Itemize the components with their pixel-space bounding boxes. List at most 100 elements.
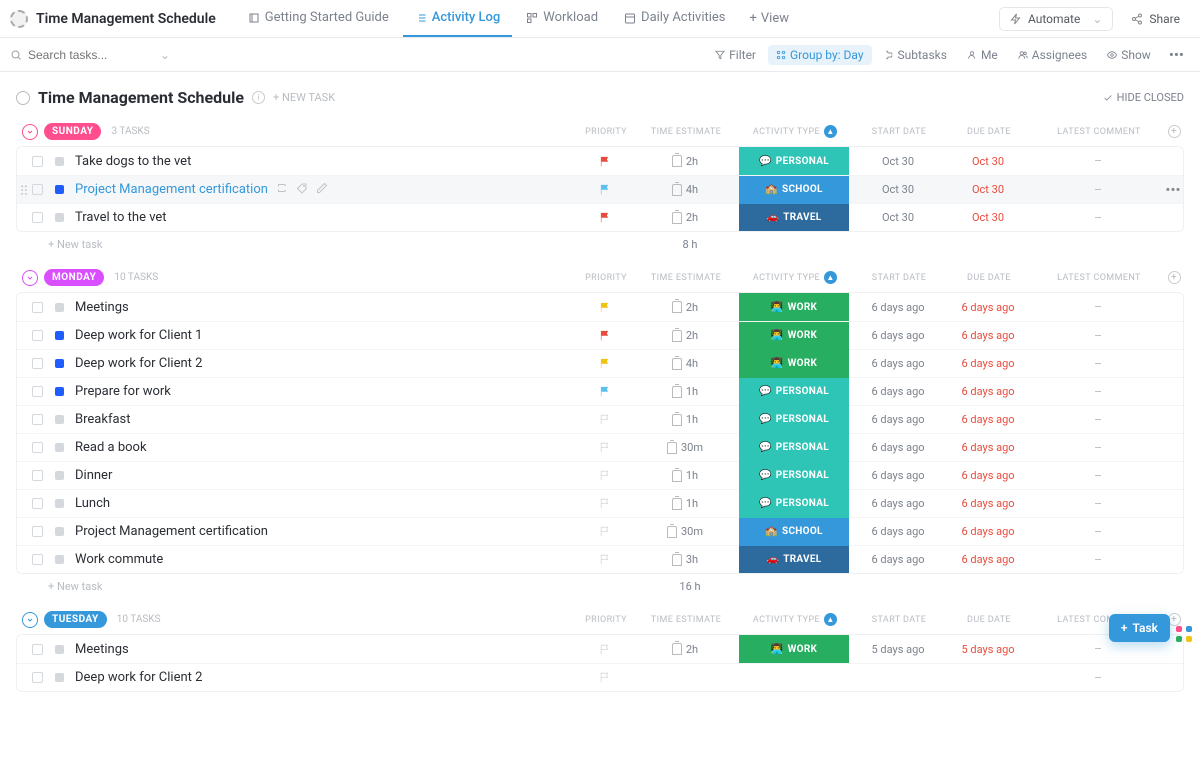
priority-cell[interactable]: [575, 553, 635, 566]
task-name[interactable]: Travel to the vet: [69, 210, 575, 225]
start-date-cell[interactable]: 6 days ago: [853, 301, 943, 314]
estimate-cell[interactable]: 2h: [635, 643, 735, 656]
comment-cell[interactable]: –: [1033, 553, 1163, 567]
row-checkbox[interactable]: [32, 302, 43, 313]
status-square[interactable]: [55, 157, 64, 166]
activity-badge[interactable]: 🚗TRAVEL: [739, 546, 849, 574]
due-date-cell[interactable]: 6 days ago: [943, 469, 1033, 482]
activity-badge[interactable]: 🏫SCHOOL: [739, 176, 849, 204]
estimate-cell[interactable]: 4h: [635, 183, 735, 196]
due-date-cell[interactable]: 6 days ago: [943, 553, 1033, 566]
search-input[interactable]: [28, 48, 148, 62]
status-square[interactable]: [55, 303, 64, 312]
activity-badge[interactable]: 💬PERSONAL: [739, 378, 849, 406]
status-square[interactable]: [55, 471, 64, 480]
priority-cell[interactable]: [575, 413, 635, 426]
hide-closed-button[interactable]: HIDE CLOSED: [1103, 91, 1184, 104]
col-comment[interactable]: LATEST COMMENT: [1034, 273, 1164, 283]
due-date-cell[interactable]: 6 days ago: [943, 525, 1033, 538]
priority-cell[interactable]: [575, 183, 635, 196]
due-date-cell[interactable]: 6 days ago: [943, 329, 1033, 342]
due-date-cell[interactable]: Oct 30: [943, 183, 1033, 196]
start-date-cell[interactable]: Oct 30: [853, 155, 943, 168]
task-row[interactable]: Meetings 2h 👨‍💻WORK 5 days ago 5 days ag…: [17, 635, 1183, 663]
start-date-cell[interactable]: 6 days ago: [853, 553, 943, 566]
task-row[interactable]: Project Management certification 4h 🏫SCH…: [17, 175, 1183, 203]
estimate-cell[interactable]: 2h: [635, 211, 735, 224]
activity-cell[interactable]: 🚗TRAVEL: [739, 546, 849, 574]
task-row[interactable]: Deep work for Client 2 4h 👨‍💻WORK 6 days…: [17, 349, 1183, 377]
due-date-cell[interactable]: 6 days ago: [943, 497, 1033, 510]
activity-cell[interactable]: 👨‍💻WORK: [739, 350, 849, 378]
task-row[interactable]: Deep work for Client 2 –: [17, 663, 1183, 691]
col-estimate[interactable]: TIME ESTIMATE: [636, 273, 736, 283]
row-checkbox[interactable]: [32, 184, 43, 195]
show-button[interactable]: Show: [1099, 45, 1159, 65]
start-date-cell[interactable]: Oct 30: [853, 211, 943, 224]
activity-badge[interactable]: 🚗TRAVEL: [739, 204, 849, 232]
add-column-icon[interactable]: +: [1168, 271, 1181, 284]
task-name[interactable]: Breakfast: [69, 412, 575, 427]
due-date-cell[interactable]: 6 days ago: [943, 441, 1033, 454]
activity-cell[interactable]: 👨‍💻WORK: [739, 635, 849, 663]
view-tab-daily-activities[interactable]: Daily Activities: [612, 0, 737, 37]
due-date-cell[interactable]: 6 days ago: [943, 413, 1033, 426]
row-checkbox[interactable]: [32, 526, 43, 537]
status-square[interactable]: [55, 673, 64, 682]
group-collapse-icon[interactable]: [22, 270, 38, 286]
col-add[interactable]: +: [1164, 271, 1184, 284]
col-priority[interactable]: PRIORITY: [576, 615, 636, 625]
priority-cell[interactable]: [575, 357, 635, 370]
row-checkbox[interactable]: [32, 156, 43, 167]
comment-cell[interactable]: –: [1033, 441, 1163, 455]
edit-icon[interactable]: [316, 182, 328, 197]
row-checkbox[interactable]: [32, 644, 43, 655]
add-column-icon[interactable]: +: [1168, 125, 1181, 138]
comment-cell[interactable]: –: [1033, 300, 1163, 314]
search-wrap[interactable]: ⌄: [10, 48, 170, 62]
view-tab-workload[interactable]: Workload: [514, 0, 610, 37]
comment-cell[interactable]: –: [1033, 329, 1163, 343]
task-name[interactable]: Project Management certification: [69, 524, 575, 539]
filter-button[interactable]: Filter: [707, 45, 764, 65]
col-due[interactable]: DUE DATE: [944, 273, 1034, 283]
task-row[interactable]: Meetings 2h 👨‍💻WORK 6 days ago 6 days ag…: [17, 293, 1183, 321]
start-date-cell[interactable]: 6 days ago: [853, 329, 943, 342]
group-collapse-icon[interactable]: [22, 124, 38, 140]
start-date-cell[interactable]: 6 days ago: [853, 441, 943, 454]
status-square[interactable]: [55, 387, 64, 396]
activity-cell[interactable]: 💬PERSONAL: [739, 434, 849, 462]
comment-cell[interactable]: –: [1033, 154, 1163, 168]
new-task-button[interactable]: + New task: [48, 238, 102, 251]
estimate-cell[interactable]: 30m: [635, 525, 735, 538]
estimate-cell[interactable]: 1h: [635, 413, 735, 426]
col-comment[interactable]: LATEST COMMENT: [1034, 127, 1164, 137]
activity-badge[interactable]: 💬PERSONAL: [739, 147, 849, 175]
activity-cell[interactable]: 🏫SCHOOL: [739, 176, 849, 204]
priority-cell[interactable]: [575, 671, 635, 684]
comment-cell[interactable]: –: [1033, 413, 1163, 427]
task-name[interactable]: Read a book: [69, 440, 575, 455]
group-collapse-icon[interactable]: [22, 612, 38, 628]
start-date-cell[interactable]: 6 days ago: [853, 469, 943, 482]
start-date-cell[interactable]: 6 days ago: [853, 525, 943, 538]
priority-cell[interactable]: [575, 211, 635, 224]
task-name[interactable]: Prepare for work: [69, 384, 575, 399]
comment-cell[interactable]: –: [1033, 183, 1163, 197]
day-badge[interactable]: SUNDAY: [44, 123, 101, 140]
task-row[interactable]: Dinner 1h 💬PERSONAL 6 days ago 6 days ag…: [17, 461, 1183, 489]
me-button[interactable]: Me: [959, 45, 1006, 65]
due-date-cell[interactable]: 6 days ago: [943, 301, 1033, 314]
activity-cell[interactable]: 👨‍💻WORK: [739, 322, 849, 350]
task-row[interactable]: Lunch 1h 💬PERSONAL 6 days ago 6 days ago…: [17, 489, 1183, 517]
priority-cell[interactable]: [575, 469, 635, 482]
collapse-all-icon[interactable]: [16, 91, 30, 105]
estimate-cell[interactable]: 3h: [635, 553, 735, 566]
more-icon[interactable]: •••: [1165, 181, 1180, 199]
due-date-cell[interactable]: 6 days ago: [943, 357, 1033, 370]
due-date-cell[interactable]: Oct 30: [943, 155, 1033, 168]
col-activity[interactable]: ACTIVITY TYPE▲: [740, 613, 850, 626]
col-activity[interactable]: ACTIVITY TYPE▲: [740, 271, 850, 284]
task-name[interactable]: Deep work for Client 2: [69, 356, 575, 371]
task-row[interactable]: Deep work for Client 1 2h 👨‍💻WORK 6 days…: [17, 321, 1183, 349]
